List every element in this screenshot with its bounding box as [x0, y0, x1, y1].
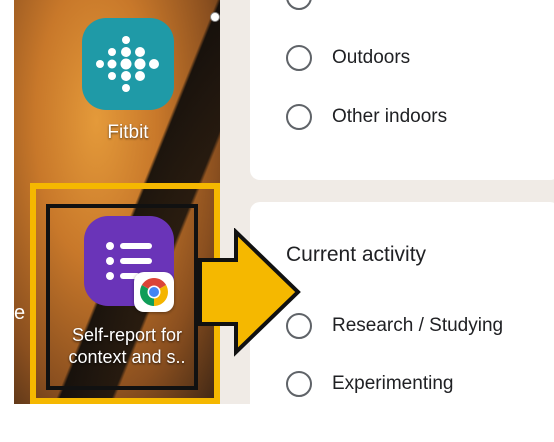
- radio-button[interactable]: [286, 371, 312, 397]
- option-outdoors: Outdoors: [332, 47, 411, 68]
- selfreport-app-label: Self-report for context and s..: [68, 325, 186, 367]
- radio-button[interactable]: [286, 104, 312, 130]
- option-research-studying: Research / Studying: [332, 315, 504, 336]
- location-card: [250, 0, 554, 180]
- resize-handle: [210, 12, 220, 22]
- question-title: Current activity: [286, 243, 427, 266]
- edge-app-label: e: [14, 302, 26, 324]
- option-other-indoors: Other indoors: [332, 106, 448, 127]
- chrome-badge: [134, 272, 174, 312]
- fitbit-dots-icon: [96, 36, 159, 92]
- chrome-icon: [140, 278, 168, 306]
- option-experimenting: Experimenting: [332, 373, 454, 394]
- pointer-arrow-icon: [198, 228, 301, 357]
- fitbit-app-label: Fitbit: [107, 122, 149, 143]
- fitbit-app-icon[interactable]: [82, 18, 174, 110]
- radio-button[interactable]: [286, 45, 312, 71]
